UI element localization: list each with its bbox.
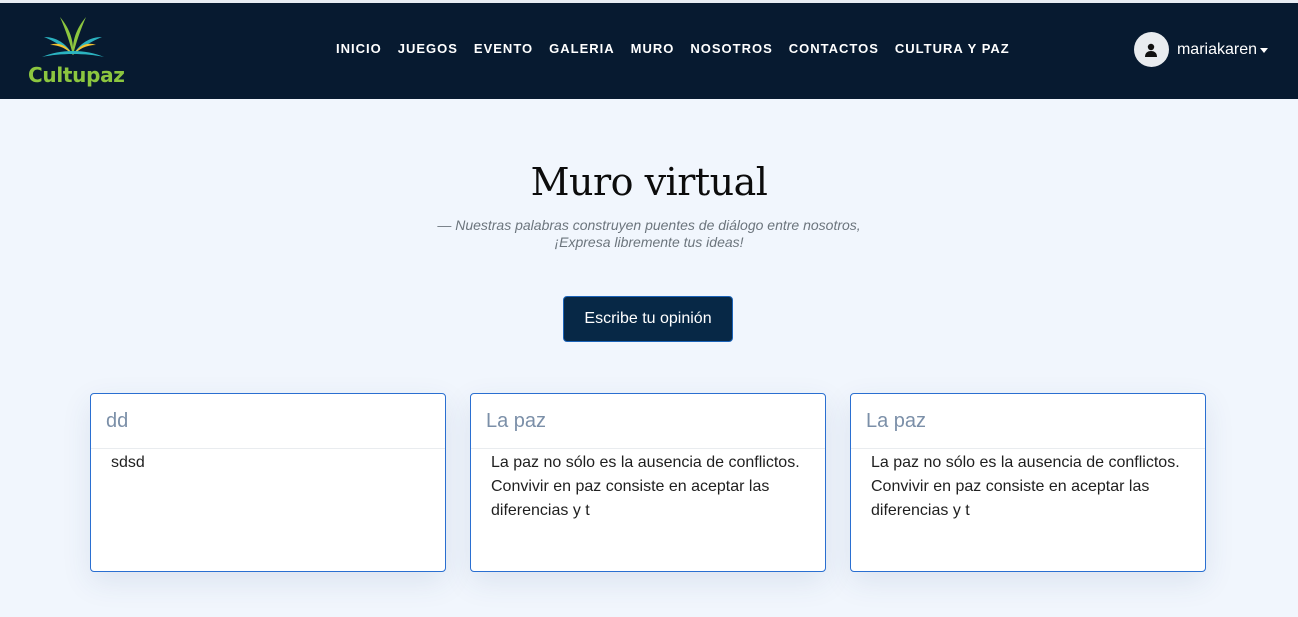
post-title: La paz (471, 394, 825, 449)
post-body: sdsd (111, 454, 145, 471)
nav-link-evento[interactable]: EVENTO (474, 41, 533, 56)
post-card: dd sdsd (90, 393, 446, 572)
nav-link-muro[interactable]: MURO (631, 41, 675, 56)
nav-link-contactos[interactable]: CONTACTOS (789, 41, 879, 56)
caret-down-icon (1260, 48, 1268, 53)
post-title: La paz (851, 394, 1205, 449)
nav-link-inicio[interactable]: INICIO (336, 41, 382, 56)
post-body: La paz no sólo es la ausencia de conflic… (491, 454, 800, 519)
subtitle-line-2: ¡Expresa libremente tus ideas! (554, 234, 744, 250)
page-title: Muro virtual (530, 160, 768, 204)
post-title: dd (91, 394, 445, 449)
username: mariakaren (1176, 40, 1257, 58)
user-icon (1145, 43, 1158, 57)
nav-link-cultura-y-paz[interactable]: CULTURA Y PAZ (895, 41, 1010, 56)
post-card: La paz La paz no sólo es la ausencia de … (850, 393, 1206, 572)
nav-link-juegos[interactable]: JUEGOS (398, 41, 458, 56)
user-menu-toggle[interactable]: mariakaren (1133, 32, 1268, 67)
post-body: La paz no sólo es la ausencia de conflic… (871, 454, 1180, 519)
post-card: La paz La paz no sólo es la ausencia de … (470, 393, 826, 572)
page-subtitle: — Nuestras palabras construyen puentes d… (0, 217, 1298, 251)
nav-link-nosotros[interactable]: NOSOTROS (690, 41, 772, 56)
subtitle-line-1: — Nuestras palabras construyen puentes d… (437, 217, 861, 233)
write-opinion-button[interactable]: Escribe tu opinión (563, 296, 733, 342)
main-nav: INICIO JUEGOS EVENTO GALERIA MURO NOSOTR… (336, 41, 1026, 56)
lotus-logo-icon (42, 17, 104, 57)
brand-logo[interactable]: Cultupaz (26, 13, 126, 93)
nav-link-galeria[interactable]: GALERIA (549, 41, 615, 56)
navbar: Cultupaz INICIO JUEGOS EVENTO GALERIA MU… (0, 3, 1298, 99)
avatar (1133, 32, 1169, 67)
brand-name: Cultupaz (28, 63, 125, 87)
